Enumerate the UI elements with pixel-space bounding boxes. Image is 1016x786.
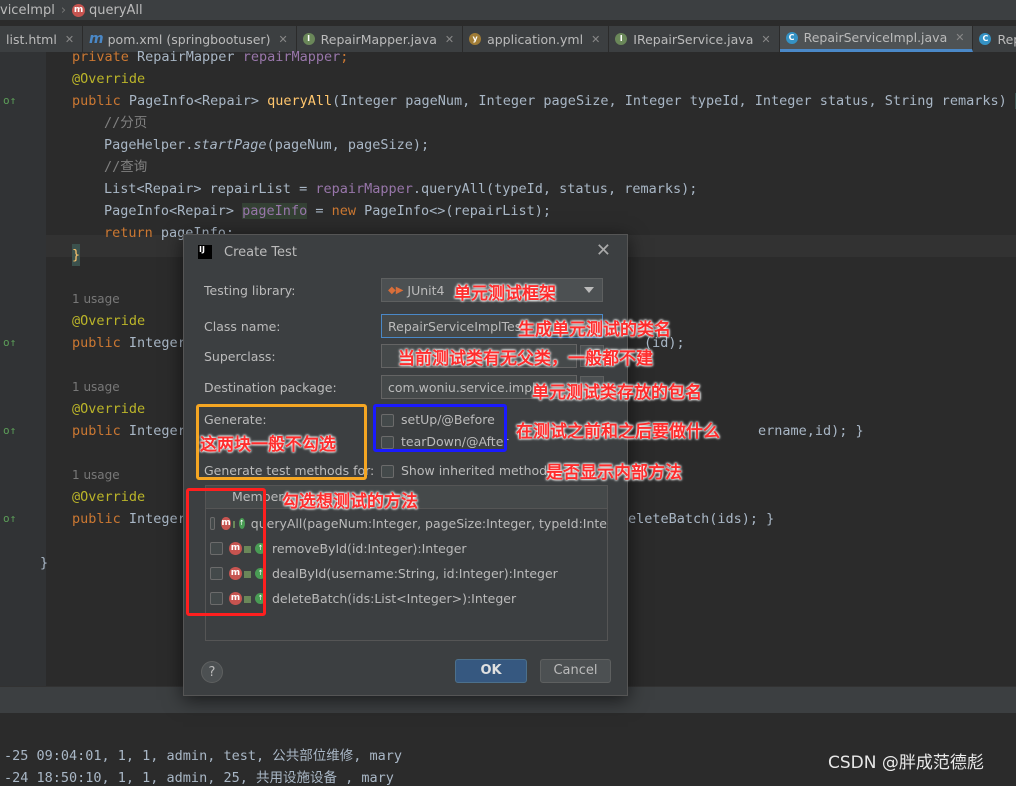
member-row[interactable]: m ↑ removeById(id:Integer):Integer — [206, 536, 607, 560]
tab-label: pom.xml (springbootuser) — [107, 31, 271, 47]
code-line: private RepairMapper repairMapper; — [72, 49, 349, 65]
interface-icon: I — [615, 33, 628, 45]
annotation-junit-framework: 单元测试框架 — [454, 284, 556, 304]
member-row[interactable]: m ↑ deleteBatch(ids:List<Integer>):Intege… — [206, 586, 607, 610]
tab-label: application.yml — [487, 31, 584, 47]
setup-teardown-highlight-box — [373, 404, 507, 452]
annotation-generate-hint: 这两块一般不勾选 — [200, 435, 336, 455]
tab-repair-service-impl[interactable]: C RepairServiceImpl.java ✕ — [779, 26, 974, 52]
annotation-inherited: 是否显示内部方法 — [546, 463, 682, 483]
maven-icon: m — [89, 31, 104, 47]
cancel-button[interactable]: Cancel — [540, 659, 611, 683]
annotation-setup-teardown: 在测试之前和之后要做什么 — [516, 422, 720, 442]
breadcrumb-method[interactable]: queryAll — [89, 3, 143, 18]
watermark: CSDN @胖成范德彪 — [828, 753, 984, 773]
chevron-right-icon: › — [60, 2, 67, 18]
class-icon: C — [785, 31, 798, 44]
tab-label: RepairContro — [997, 31, 1016, 47]
override-gutter-icon[interactable]: o↑ — [3, 94, 16, 107]
code-line: } — [72, 244, 81, 266]
code-comment: //分页 — [104, 115, 148, 131]
console-line: -24 18:50:10, 1, 1, admin, 25, 共用设施设备 , … — [4, 770, 394, 786]
dialog-title-bar: IJ Create Test — [198, 242, 297, 262]
breadcrumb-class[interactable]: viceImpl — [0, 3, 55, 18]
tab-irepair-service[interactable]: I IRepairService.java ✕ — [609, 26, 780, 52]
show-inherited-label: Show inherited methods — [401, 463, 554, 478]
usage-hint[interactable]: 1 usage — [72, 288, 120, 310]
code-line: public Integer — [72, 423, 186, 439]
ok-button[interactable]: OK — [455, 659, 527, 683]
code-line: } — [40, 555, 49, 571]
class-icon: C — [979, 33, 992, 45]
show-inherited-checkbox[interactable] — [381, 465, 394, 478]
code-line: PageInfo<Repair> pageInfo = new PageInfo… — [104, 203, 552, 219]
interface-icon: I — [302, 33, 315, 45]
code-line: @Override — [72, 401, 146, 417]
code-line: public Integer — [72, 511, 186, 527]
usage-hint[interactable]: 1 usage — [72, 376, 120, 398]
close-icon[interactable]: ✕ — [591, 33, 600, 46]
tab-list-html[interactable]: list.html ✕ — [0, 26, 84, 52]
tab-label: IRepairService.java — [633, 31, 754, 47]
code-line: @Override — [72, 71, 146, 87]
console-line: -25 09:04:01, 1, 1, admin, test, 公共部位维修,… — [4, 748, 402, 764]
close-icon[interactable]: ✕ — [278, 33, 287, 46]
chevron-down-icon — [584, 287, 594, 293]
annotation-superclass: 当前测试类有无父类，一般都不建 — [398, 349, 653, 369]
close-icon[interactable]: ✕ — [596, 240, 611, 261]
annotation-package: 单元测试类存放的包名 — [532, 383, 702, 403]
tab-label: RepairMapper.java — [320, 31, 437, 47]
tab-application-yml[interactable]: y application.yml ✕ — [463, 26, 610, 52]
close-icon[interactable]: ✕ — [445, 33, 454, 46]
editor-gutter — [0, 52, 46, 686]
method-icon: m — [72, 3, 86, 17]
help-button[interactable]: ? — [201, 661, 223, 683]
intellij-logo-icon: IJ — [198, 245, 212, 259]
annotation-class-name: 生成单元测试的类名 — [518, 320, 671, 340]
member-row[interactable]: m ↑ dealById(username:String, id:Integer)… — [206, 561, 607, 585]
code-line: List<Repair> repairList = repairMapper.q… — [104, 181, 698, 197]
class-name-label: Class name: — [204, 319, 281, 334]
override-gutter-icon[interactable]: o↑ — [3, 512, 16, 525]
tab-repair-controller[interactable]: C RepairContro — [973, 26, 1016, 52]
breadcrumb: viceImpl › m queryAll — [0, 0, 1016, 20]
override-gutter-icon[interactable]: o↑ — [3, 336, 16, 349]
code-fragment: eleteBatch(ids); } — [628, 511, 775, 527]
close-icon[interactable]: ✕ — [955, 31, 964, 44]
code-line: @Override — [72, 313, 146, 329]
tab-label: RepairServiceImpl.java — [803, 30, 948, 45]
yaml-icon: y — [469, 33, 482, 45]
dialog-title: Create Test — [224, 244, 297, 260]
junit-icon: ◆▶ — [388, 284, 404, 296]
code-fragment: ername,id); } — [758, 423, 864, 439]
annotation-methods: 勾选想测试的方法 — [282, 492, 418, 512]
usage-hint[interactable]: 1 usage — [72, 464, 120, 486]
tab-label: list.html — [6, 31, 57, 47]
code-line: public PageInfo<Repair> queryAll(Integer… — [72, 90, 1016, 112]
close-icon[interactable]: ✕ — [761, 33, 770, 46]
override-gutter-icon[interactable]: o↑ — [3, 424, 16, 437]
methods-highlight-box — [186, 488, 266, 616]
code-line: public Integer — [72, 335, 186, 351]
member-row[interactable]: m ↑ queryAll(pageNum:Integer, pageSize:In… — [206, 511, 607, 535]
close-icon[interactable]: ✕ — [65, 33, 74, 46]
code-comment: //查询 — [104, 159, 148, 175]
superclass-label: Superclass: — [204, 349, 276, 364]
code-line: @Override — [72, 489, 146, 505]
code-line: PageHelper.startPage(pageNum, pageSize); — [104, 137, 430, 153]
testing-library-label: Testing library: — [204, 283, 296, 298]
destination-package-label: Destination package: — [204, 380, 337, 395]
